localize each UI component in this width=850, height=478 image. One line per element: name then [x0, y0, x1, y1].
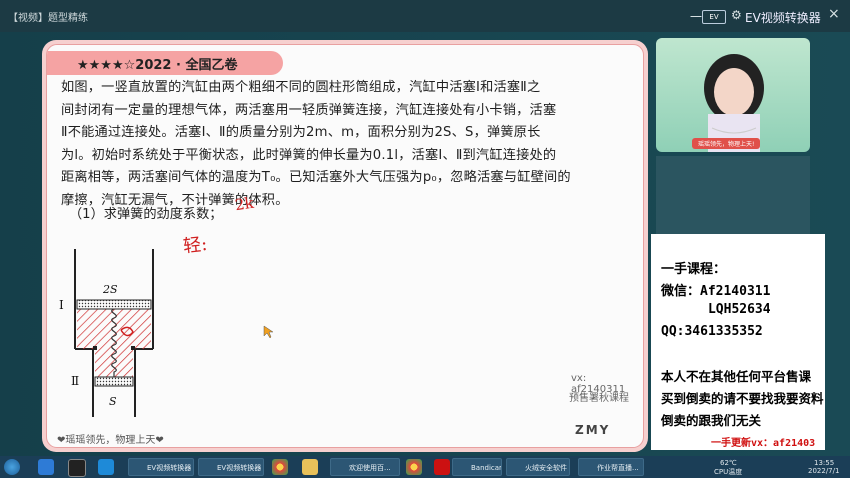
folder-icon[interactable]: [302, 459, 318, 475]
teacher-webcam: 瑶瑶领先，物理上天!: [656, 38, 810, 152]
ad-line: 一手课程：: [661, 262, 727, 277]
question-line: 距离相等，两活塞间气体的温度为T₀。已知活塞外大气压强为p₀，忽略活塞与缸壁间的: [61, 170, 571, 185]
sub-question: （1）求弹簧的劲度系数；: [69, 207, 223, 222]
app-icon[interactable]: [98, 459, 114, 475]
piston-1: [76, 299, 152, 310]
ad-line: 买到倒卖的请不要找我要资料: [661, 391, 824, 406]
ad-line: 本人不在其他任何平台售课: [661, 369, 812, 384]
start-button[interactable]: [4, 459, 20, 475]
taskbar-item[interactable]: Bandicam: [452, 458, 502, 476]
taskbar-item[interactable]: 火绒安全软件: [506, 458, 570, 476]
side-panel: [656, 156, 810, 234]
clock-time[interactable]: 13:55: [814, 459, 834, 467]
diagram-label-s: S: [109, 395, 117, 408]
close-button[interactable]: ×: [828, 6, 840, 22]
ev-logo: EV: [702, 10, 726, 24]
question-card: ★★★★☆2022 · 全国乙卷 如图，一竖直放置的汽缸由两个粗细不同的圆柱形筒…: [42, 40, 648, 452]
ad-line: 倒卖的跟我们无关: [661, 413, 762, 428]
question-header-text: ★★★★☆2022 · 全国乙卷: [77, 58, 238, 73]
ad-line: LQH52634: [661, 302, 771, 317]
mouse-cursor: [263, 325, 273, 339]
teacher-avatar: [704, 54, 764, 152]
taskbar: EV视频转换器 EV视频转换器 欢迎使用百... Bandicam 火绒安全软件…: [0, 456, 850, 478]
question-line: 如图，一竖直放置的汽缸由两个粗细不同的圆柱形筒组成，汽缸中活塞Ⅰ和活塞Ⅱ之: [61, 80, 541, 95]
cpu-temp: 62℃: [720, 459, 737, 467]
ad-line: 微信：Af2140311: [661, 284, 771, 299]
clock-date[interactable]: 2022/7/1: [808, 467, 839, 475]
ev-app-name: EV视频转换器: [745, 11, 821, 25]
window-title: 【视频】题型精练: [8, 13, 88, 24]
question-line: 间封闭有一定量的理想气体，两活塞用一轻质弹簧连接，汽缸连接处有小卡销，活塞: [61, 102, 557, 118]
record-icon[interactable]: [434, 459, 450, 475]
question-text: 如图，一竖直放置的汽缸由两个粗细不同的圆柱形筒组成，汽缸中活塞Ⅰ和活塞Ⅱ之 间封…: [61, 77, 639, 212]
question-header: ★★★★☆2022 · 全国乙卷: [47, 51, 283, 75]
chrome-icon[interactable]: [406, 459, 422, 475]
minimize-button[interactable]: 一: [690, 8, 702, 25]
webcam-tag: 瑶瑶领先，物理上天!: [692, 138, 761, 149]
taskbar-item[interactable]: 欢迎使用百...: [330, 458, 400, 476]
cpu-temp-label: CPU温度: [714, 468, 743, 476]
presale-note: 预售署秋课程: [569, 393, 629, 404]
ad-line: QQ:3461335352: [661, 324, 763, 339]
piston-2: [94, 376, 134, 387]
question-line: Ⅱ不能通过连接处。活塞Ⅰ、Ⅱ的质量分别为2m、m，面积分别为2S、S，弹簧原长: [61, 125, 541, 140]
taskbar-item[interactable]: EV视频转换器: [198, 458, 264, 476]
card-motto: ❤瑶瑶领先，物理上天❤: [57, 435, 164, 446]
diagram-label-piston-2: Ⅱ: [71, 374, 79, 388]
handwriting-annotation: 2k: [233, 193, 255, 215]
contact-panel: 一手课程： 微信：Af2140311 LQH52634 QQ:346133535…: [651, 234, 825, 450]
app-icon[interactable]: [68, 459, 86, 477]
diagram-label-2s: 2S: [102, 283, 118, 296]
question-card-body: ★★★★☆2022 · 全国乙卷 如图，一竖直放置的汽缸由两个粗细不同的圆柱形筒…: [46, 44, 644, 448]
browser-icon[interactable]: [38, 459, 54, 475]
taskbar-item[interactable]: 作业帮直播...: [578, 458, 644, 476]
cylinder-diagram: 2S S Ⅰ Ⅱ: [59, 249, 154, 417]
brand-logo: ZMY: [575, 423, 611, 437]
chrome-icon[interactable]: [272, 459, 288, 475]
title-bar: 【视频】题型精练 一 EV ⚙ EV视频转换器 ×: [0, 0, 850, 32]
question-line: 为l。初始时系统处于平衡状态，此时弹簧的伸长量为0.1l，活塞Ⅰ、Ⅱ到汽缸连接处…: [61, 147, 557, 163]
settings-icon[interactable]: ⚙: [731, 8, 742, 22]
taskbar-item[interactable]: EV视频转换器: [128, 458, 194, 476]
diagram-label-piston-1: Ⅰ: [59, 298, 64, 312]
ad-footer: 一手更新vx：af21403: [711, 438, 816, 449]
